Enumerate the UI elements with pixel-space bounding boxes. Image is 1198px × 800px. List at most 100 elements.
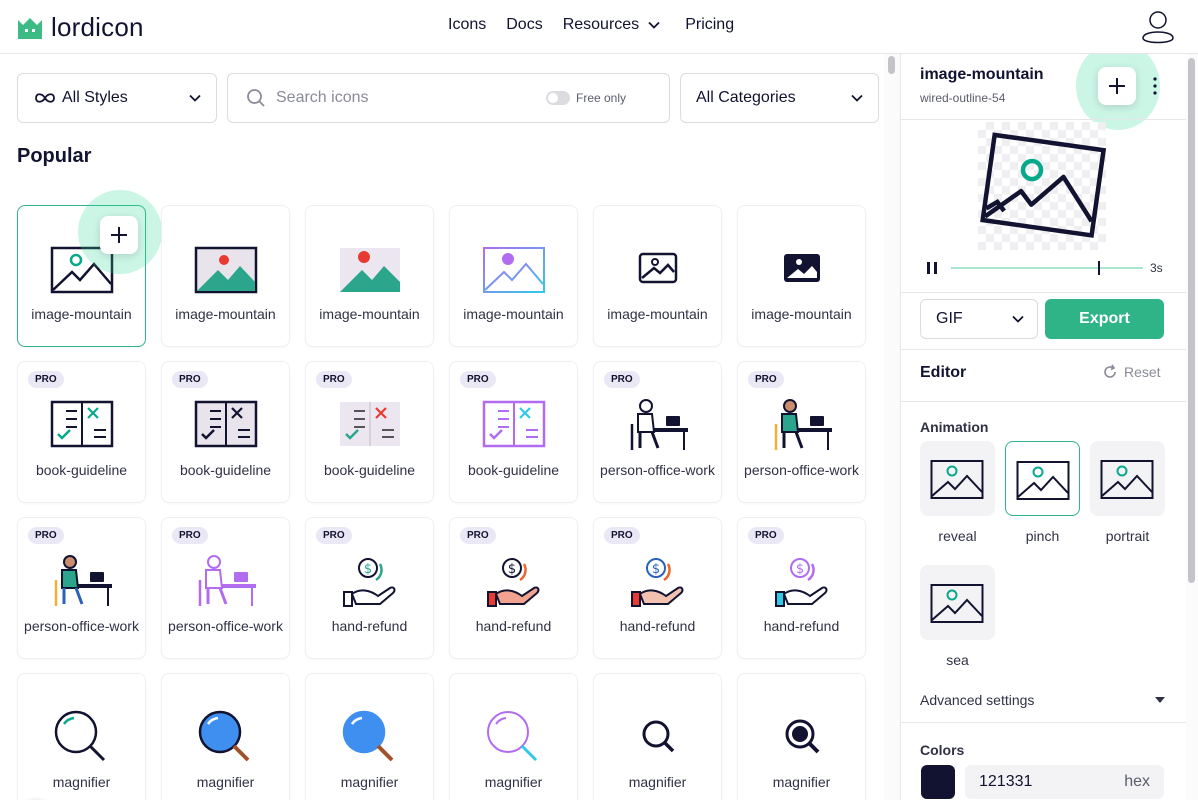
icon-card[interactable]: PRO book-guideline xyxy=(17,361,146,503)
icon-card[interactable]: magnifier xyxy=(449,673,578,800)
icon-card[interactable]: magnifier xyxy=(737,673,866,800)
icon-card[interactable]: $ PRO hand-refund xyxy=(593,517,722,659)
hand-refund-icon: $ xyxy=(482,552,546,608)
icon-card[interactable]: PRO person-office-work xyxy=(161,517,290,659)
icon-card[interactable]: PRO person-office-work xyxy=(737,361,866,503)
animation-option-portrait[interactable] xyxy=(1090,441,1165,516)
icon-card[interactable]: magnifier xyxy=(17,673,146,800)
icon-card-label: hand-refund xyxy=(763,618,840,634)
icon-card-label: hand-refund xyxy=(619,618,696,634)
add-to-collection-button[interactable] xyxy=(100,216,138,254)
icon-card-label: book-guideline xyxy=(35,462,128,478)
pro-badge: PRO xyxy=(604,371,640,388)
icon-detail-panel: image-mountain wired-outline-54 3s GIF E… xyxy=(900,54,1186,800)
icon-preview xyxy=(978,122,1107,250)
add-to-collection-button[interactable] xyxy=(1098,67,1136,105)
format-dropdown-label: GIF xyxy=(936,310,963,327)
svg-text:$: $ xyxy=(508,562,516,577)
color-hex-value: 121331 xyxy=(979,773,1033,790)
icon-card[interactable]: image-mountain xyxy=(161,205,290,347)
animation-option-reveal[interactable] xyxy=(920,441,995,516)
icon-card[interactable]: $ PRO hand-refund xyxy=(305,517,434,659)
magnifier-icon xyxy=(626,708,690,764)
styles-dropdown[interactable]: All Styles xyxy=(17,73,217,123)
animation-option-pinch[interactable] xyxy=(1005,441,1080,516)
pro-badge: PRO xyxy=(604,527,640,544)
chevron-down-icon xyxy=(1012,315,1024,323)
icon-card-label: magnifier xyxy=(484,774,543,790)
svg-text:$: $ xyxy=(364,562,372,577)
icon-browser: All Styles Free only All Categories Popu… xyxy=(0,54,884,800)
free-only-toggle[interactable] xyxy=(546,91,570,105)
export-button[interactable]: Export xyxy=(1045,299,1164,339)
nav-pricing[interactable]: Pricing xyxy=(685,16,734,34)
icon-card[interactable]: $ PRO hand-refund xyxy=(449,517,578,659)
nav-icons[interactable]: Icons xyxy=(448,16,486,34)
icon-card-label: book-guideline xyxy=(467,462,560,478)
panel-scrollbar[interactable] xyxy=(1186,54,1198,800)
reset-button[interactable]: Reset xyxy=(1102,364,1161,380)
magnifier-icon xyxy=(50,708,114,764)
color-hex-input[interactable]: 121331 hex xyxy=(965,765,1164,799)
icon-card[interactable]: image-mountain xyxy=(737,205,866,347)
icon-card[interactable]: image-mountain xyxy=(449,205,578,347)
icon-card-label: person-office-work xyxy=(24,618,139,634)
icon-card[interactable]: PRO person-office-work xyxy=(17,517,146,659)
format-dropdown[interactable]: GIF xyxy=(920,299,1038,339)
icon-card-label: image-mountain xyxy=(319,306,420,322)
timeline-handle[interactable] xyxy=(1098,261,1100,275)
color-swatch[interactable] xyxy=(921,765,955,799)
icon-card-label: image-mountain xyxy=(751,306,852,322)
icon-card-label: magnifier xyxy=(340,774,399,790)
pro-badge: PRO xyxy=(460,371,496,388)
icon-card[interactable]: $ PRO hand-refund xyxy=(737,517,866,659)
person-office-work-icon xyxy=(770,396,834,452)
animation-timeline[interactable] xyxy=(951,267,1143,269)
icon-card-label: hand-refund xyxy=(475,618,552,634)
section-title: Popular xyxy=(17,145,92,167)
colors-title: Colors xyxy=(920,742,965,758)
image-mountain-flat-icon xyxy=(194,240,258,296)
icon-card-label: image-mountain xyxy=(463,306,564,322)
panel-scrollbar-thumb[interactable] xyxy=(1188,58,1195,583)
icon-card[interactable]: PRO person-office-work xyxy=(593,361,722,503)
divider xyxy=(901,722,1186,723)
top-navigation-bar: lordicon Icons Docs Resources Pricing xyxy=(0,0,1198,54)
icon-card[interactable]: magnifier xyxy=(161,673,290,800)
more-options-icon[interactable] xyxy=(1153,76,1157,96)
icon-card[interactable]: magnifier xyxy=(593,673,722,800)
main-nav: Icons Docs Resources Pricing xyxy=(448,16,734,34)
magnifier-icon xyxy=(194,708,258,764)
caret-down-icon xyxy=(1155,697,1165,703)
icon-card[interactable]: magnifier xyxy=(305,673,434,800)
nav-resources[interactable]: Resources xyxy=(563,16,661,34)
grid-scrollbar[interactable] xyxy=(884,54,900,800)
book-guideline-icon xyxy=(50,396,114,452)
image-mountain-gradient-icon xyxy=(482,240,546,296)
advanced-settings-toggle[interactable]: Advanced settings xyxy=(920,692,1165,708)
categories-dropdown[interactable]: All Categories xyxy=(680,73,879,123)
user-avatar-icon[interactable] xyxy=(1140,8,1176,44)
person-office-work-icon xyxy=(50,552,114,608)
reset-icon xyxy=(1104,364,1116,378)
pro-badge: PRO xyxy=(172,371,208,388)
icon-card[interactable]: PRO book-guideline xyxy=(161,361,290,503)
grid-scrollbar-thumb[interactable] xyxy=(888,56,895,74)
animation-option-sea[interactable] xyxy=(920,565,995,640)
logo[interactable]: lordicon xyxy=(17,12,144,43)
image-mountain-icon xyxy=(1016,461,1070,500)
pause-icon[interactable] xyxy=(925,261,939,275)
search-box: Free only xyxy=(227,73,670,123)
nav-docs[interactable]: Docs xyxy=(506,16,542,34)
icon-card-label: person-office-work xyxy=(168,618,283,634)
icon-card[interactable]: image-mountain xyxy=(17,190,162,347)
icon-card[interactable]: image-mountain xyxy=(593,205,722,347)
book-guideline-icon xyxy=(338,396,402,452)
icon-card[interactable]: PRO book-guideline xyxy=(305,361,434,503)
lordicon-logo-icon xyxy=(18,17,42,39)
editor-title: Editor xyxy=(920,364,967,381)
animation-option-label: sea xyxy=(946,652,969,668)
icon-card[interactable]: image-mountain xyxy=(305,205,434,347)
search-input[interactable] xyxy=(276,89,546,107)
icon-card[interactable]: PRO book-guideline xyxy=(449,361,578,503)
